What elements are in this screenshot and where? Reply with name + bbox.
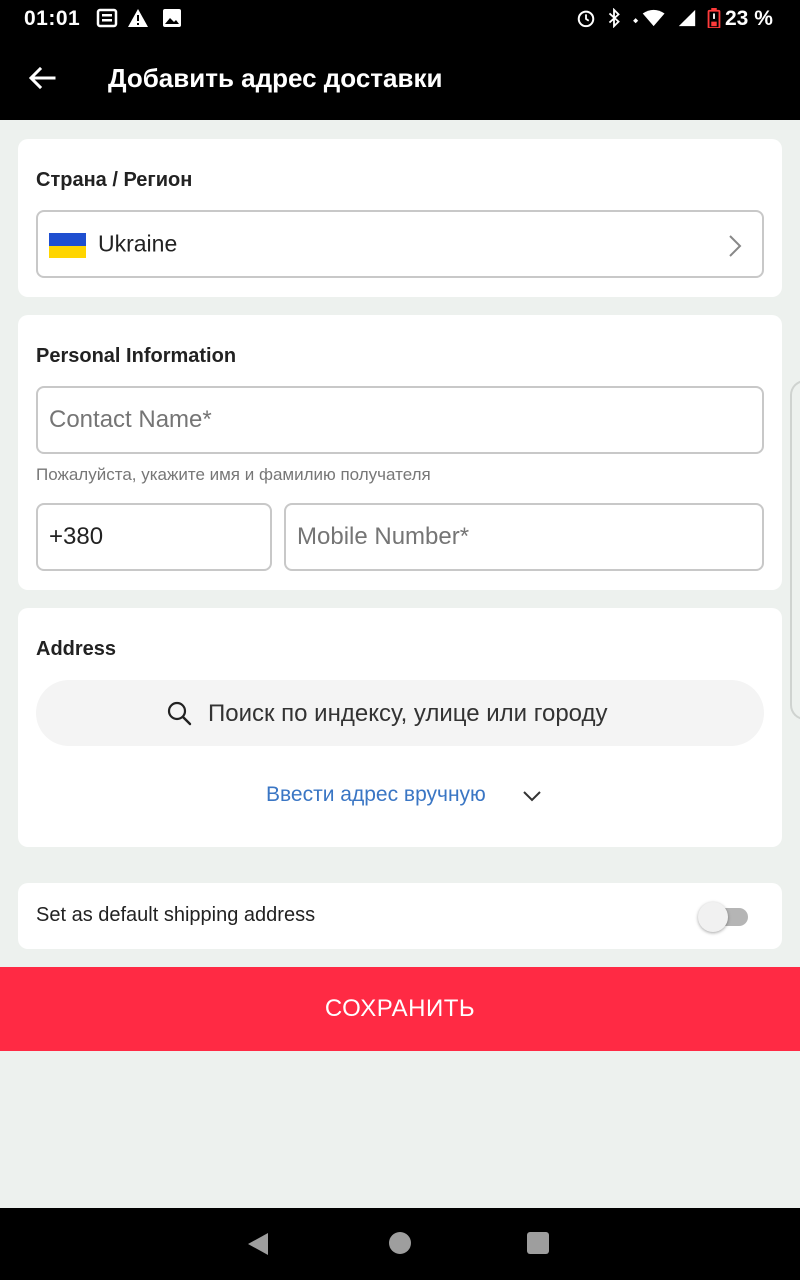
status-time: 01:01 (24, 7, 81, 30)
country-card: Страна / Регион Ukraine (18, 139, 782, 297)
app-bar: Добавить адрес доставки (0, 36, 800, 120)
status-bar: 01:01 23 % (0, 0, 800, 36)
chevron-right-icon (729, 235, 742, 257)
arrow-left-icon[interactable] (26, 62, 58, 94)
alarm-icon (577, 10, 595, 28)
address-search-placeholder: Поиск по индексу, улице или городу (208, 700, 608, 727)
personal-section-title: Personal Information (36, 345, 237, 367)
nav-back-icon[interactable] (246, 1232, 270, 1256)
image-icon (163, 9, 181, 27)
wifi-icon (633, 9, 665, 27)
address-search-input[interactable]: Поиск по индексу, улице или городу (36, 680, 764, 746)
battery-percent: 23 % (725, 7, 773, 30)
default-address-toggle[interactable] (698, 901, 750, 932)
mobile-number-field[interactable]: Mobile Number* (284, 503, 764, 571)
warning-icon (128, 9, 148, 27)
contact-name-hint: Пожалуйста, укажите имя и фамилию получа… (36, 465, 431, 484)
system-nav-bar (0, 1208, 800, 1280)
nav-home-icon[interactable] (389, 1232, 411, 1254)
news-icon (96, 8, 118, 28)
personal-info-card: Personal Information Contact Name* Пожал… (18, 315, 782, 590)
address-card: Address Поиск по индексу, улице или горо… (18, 608, 782, 847)
signal-icon (678, 9, 696, 27)
nav-recents-icon[interactable] (527, 1232, 549, 1254)
search-icon (167, 701, 192, 726)
default-address-card: Set as default shipping address (18, 883, 782, 949)
country-selector[interactable]: Ukraine (36, 210, 764, 278)
edge-panel-handle[interactable] (790, 380, 800, 720)
save-button[interactable]: СОХРАНИТЬ (0, 967, 800, 1051)
battery-icon (707, 8, 721, 28)
country-value: Ukraine (98, 230, 178, 257)
contact-name-placeholder: Contact Name* (49, 406, 212, 433)
mobile-number-placeholder: Mobile Number* (297, 523, 470, 550)
phone-code-field[interactable]: +380 (36, 503, 272, 571)
bluetooth-icon (608, 8, 620, 28)
default-address-label: Set as default shipping address (36, 904, 316, 926)
chevron-down-icon[interactable] (521, 786, 543, 806)
ukraine-flag-icon (49, 233, 86, 258)
manual-address-link[interactable]: Ввести адрес вручную (266, 783, 486, 807)
contact-name-field[interactable]: Contact Name* (36, 386, 764, 454)
phone-code-value: +380 (49, 523, 104, 550)
page-title: Добавить адрес доставки (108, 63, 443, 93)
country-section-title: Страна / Регион (36, 169, 193, 191)
address-section-title: Address (36, 638, 117, 660)
